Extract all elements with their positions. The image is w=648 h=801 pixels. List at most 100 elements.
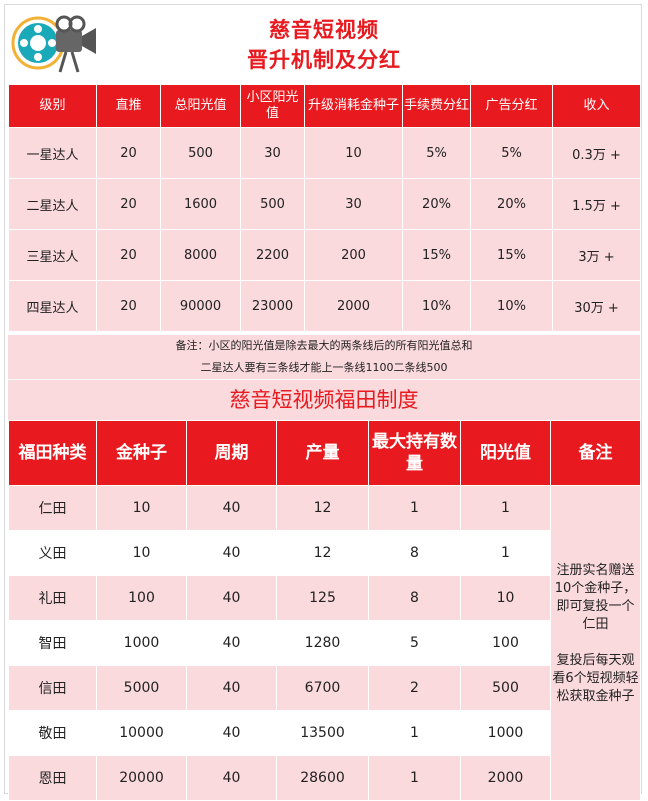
- table-row: 信田 5000 40 6700 2 500: [8, 665, 641, 711]
- table-cell: 8: [368, 530, 461, 576]
- table-cell: 12: [276, 530, 369, 576]
- table-cell: 30: [240, 127, 305, 179]
- table-row: 礼田 100 40 125 8 10: [8, 575, 641, 621]
- table-row: 义田 10 40 12 8 1: [8, 530, 641, 576]
- table-cell: 28600: [276, 755, 369, 801]
- table-header-row: 级别 直推 总阳光值 小区阳光值 升级消耗金种子 手续费分红 广告分红 收入: [8, 84, 641, 128]
- col-header: 级别: [8, 84, 97, 128]
- table-cell: 15%: [402, 229, 471, 281]
- table-cell: 20%: [402, 178, 471, 230]
- table-cell: 40: [186, 575, 277, 621]
- table-cell: 500: [240, 178, 305, 230]
- table-cell: 礼田: [8, 575, 97, 621]
- table-cell: 500: [160, 127, 241, 179]
- promotion-table: 级别 直推 总阳光值 小区阳光值 升级消耗金种子 手续费分红 广告分红 收入 一…: [8, 84, 641, 332]
- table-cell: 1: [368, 755, 461, 801]
- table-cell: 125: [276, 575, 369, 621]
- field-table: 福田种类 金种子 周期 产量 最大持有数量 阳光值 备注 仁田 10 40 12…: [8, 420, 641, 801]
- table-cell: 四星达人: [8, 280, 97, 332]
- table-cell: 5%: [402, 127, 471, 179]
- table-cell: 2000: [460, 755, 551, 801]
- table-cell: 20: [96, 178, 161, 230]
- table-cell: 1600: [160, 178, 241, 230]
- col-header: 收入: [552, 84, 641, 128]
- table-cell: 20: [96, 229, 161, 281]
- table-cell: 义田: [8, 530, 97, 576]
- table-row: 二星达人 20 1600 500 30 20% 20% 1.5万 +: [8, 178, 641, 230]
- note-box: 备注：小区的阳光值是除去最大的两条线后的所有阳光值总和 二星达人要有三条线才能上…: [8, 335, 640, 379]
- table-cell: 0.3万 +: [552, 127, 641, 179]
- remark-text: 注册实名赠送10个金种子，即可复投一个仁田: [554, 563, 637, 632]
- table-cell: 10%: [470, 280, 553, 332]
- remark-cell: 注册实名赠送10个金种子，即可复投一个仁田 复投后每天观看6个短视频轻松获取金种…: [550, 485, 641, 801]
- table-cell: 2000: [304, 280, 403, 332]
- table-cell: 1: [460, 530, 551, 576]
- table-cell: 200: [304, 229, 403, 281]
- table-cell: 5: [368, 620, 461, 666]
- table-cell: 40: [186, 665, 277, 711]
- table-cell: 100: [460, 620, 551, 666]
- table-cell: 10: [460, 575, 551, 621]
- section-title: 慈音短视频福田制度: [8, 380, 640, 420]
- table-cell: 1: [460, 485, 551, 531]
- table-cell: 20000: [96, 755, 187, 801]
- table-cell: 15%: [470, 229, 553, 281]
- table-cell: 6700: [276, 665, 369, 711]
- table-cell: 40: [186, 710, 277, 756]
- table-cell: 40: [186, 755, 277, 801]
- table-cell: 90000: [160, 280, 241, 332]
- table-cell: 20: [96, 127, 161, 179]
- table-cell: 1000: [460, 710, 551, 756]
- table-cell: 一星达人: [8, 127, 97, 179]
- table-cell: 1280: [276, 620, 369, 666]
- page-title: 慈音短视频: [269, 18, 379, 42]
- table-cell: 12: [276, 485, 369, 531]
- table-cell: 5%: [470, 127, 553, 179]
- table-cell: 8000: [160, 229, 241, 281]
- table-cell: 2: [368, 665, 461, 711]
- table-cell: 1: [368, 710, 461, 756]
- col-header: 阳光值: [460, 420, 551, 486]
- table-cell: 1.5万 +: [552, 178, 641, 230]
- table-cell: 40: [186, 530, 277, 576]
- col-header: 小区阳光值: [240, 84, 305, 128]
- table-cell: 8: [368, 575, 461, 621]
- table-cell: 10: [96, 530, 187, 576]
- table-cell: 30万 +: [552, 280, 641, 332]
- table-cell: 3万 +: [552, 229, 641, 281]
- table-cell: 1: [368, 485, 461, 531]
- col-header: 周期: [186, 420, 277, 486]
- col-header: 产量: [276, 420, 369, 486]
- table-cell: 10000: [96, 710, 187, 756]
- table-row: 智田 1000 40 1280 5 100: [8, 620, 641, 666]
- table-cell: 20: [96, 280, 161, 332]
- page-subtitle: 晋升机制及分红: [247, 48, 401, 72]
- table-cell: 5000: [96, 665, 187, 711]
- table-cell: 10%: [402, 280, 471, 332]
- table-row: 三星达人 20 8000 2200 200 15% 15% 3万 +: [8, 229, 641, 281]
- table-cell: 敬田: [8, 710, 97, 756]
- col-header: 广告分红: [470, 84, 553, 128]
- table-cell: 二星达人: [8, 178, 97, 230]
- col-header: 备注: [550, 420, 641, 486]
- table-row: 四星达人 20 90000 23000 2000 10% 10% 30万 +: [8, 280, 641, 332]
- table-cell: 40: [186, 620, 277, 666]
- table-cell: 13500: [276, 710, 369, 756]
- table-cell: 信田: [8, 665, 97, 711]
- table-cell: 仁田: [8, 485, 97, 531]
- table-cell: 40: [186, 485, 277, 531]
- table-cell: 100: [96, 575, 187, 621]
- col-header: 直推: [96, 84, 161, 128]
- table-cell: 1000: [96, 620, 187, 666]
- table-row: 敬田 10000 40 13500 1 1000: [8, 710, 641, 756]
- table-row: 恩田 20000 40 28600 1 2000: [8, 755, 641, 801]
- col-header: 金种子: [96, 420, 187, 486]
- table-cell: 30: [304, 178, 403, 230]
- col-header: 福田种类: [8, 420, 97, 486]
- note-line: 备注：小区的阳光值是除去最大的两条线后的所有阳光值总和: [175, 339, 473, 352]
- table-cell: 恩田: [8, 755, 97, 801]
- table-cell: 20%: [470, 178, 553, 230]
- table-cell: 智田: [8, 620, 97, 666]
- remark-text: 复投后每天观看6个短视频轻松获取金种子: [552, 653, 639, 704]
- table-row: 仁田 10 40 12 1 1 注册实名赠送10个金种子，即可复投一个仁田 复投…: [8, 485, 641, 801]
